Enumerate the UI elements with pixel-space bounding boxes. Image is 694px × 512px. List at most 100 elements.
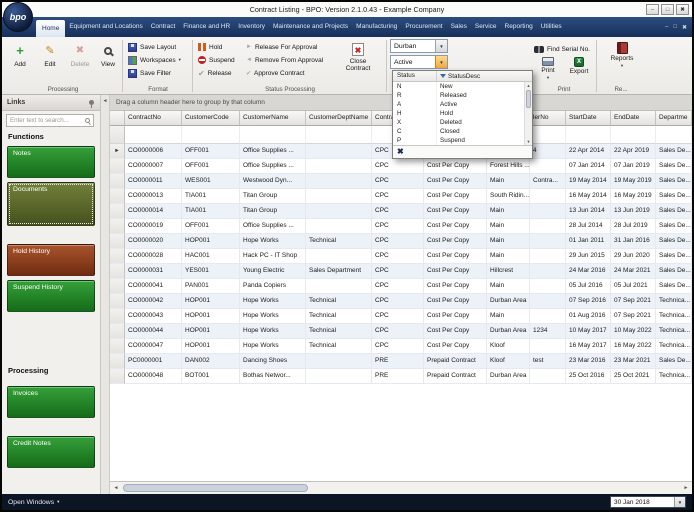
- scroll-right-icon[interactable]: ►: [680, 482, 692, 494]
- find-serial-button[interactable]: Find Serial No.: [534, 43, 590, 55]
- chevron-down-icon[interactable]: ▼: [435, 40, 447, 52]
- column-header-customer-dept-name[interactable]: CustomerDeptName: [306, 111, 372, 126]
- filter-cell-customer-code[interactable]: [182, 126, 240, 144]
- table-row[interactable]: CO0000041PAN001Panda CopiersCPCCost Per …: [110, 279, 692, 294]
- tab-procurement[interactable]: Procurement: [401, 17, 446, 37]
- filter-popup-scrollbar[interactable]: ▲ ▼: [524, 82, 532, 145]
- print-button[interactable]: Print ▾: [534, 57, 562, 80]
- view-button[interactable]: View: [94, 41, 122, 87]
- filter-option-deleted[interactable]: XDeleted: [393, 118, 532, 127]
- column-header-contract-no[interactable]: ContractNo: [125, 111, 182, 126]
- table-row[interactable]: CO0000011WES001Westwood Dyn...CPCCost Pe…: [110, 174, 692, 189]
- maximize-button[interactable]: □: [661, 4, 674, 15]
- delete-button[interactable]: ✖ Delete: [66, 41, 94, 87]
- mdi-minimize-icon[interactable]: –: [665, 24, 668, 30]
- suspend-history-button[interactable]: Suspend History: [7, 280, 95, 312]
- tab-contract[interactable]: Contract: [147, 17, 180, 37]
- mdi-close-icon[interactable]: ✖: [682, 24, 687, 31]
- table-row[interactable]: CO0000031YES001Young ElectricSales Depar…: [110, 264, 692, 279]
- filter-option-closed[interactable]: CClosed: [393, 127, 532, 136]
- filter-cell-start-date[interactable]: [566, 126, 611, 144]
- release-button[interactable]: ✔ Release: [198, 67, 232, 79]
- column-header-customer-name[interactable]: CustomerName: [240, 111, 306, 126]
- scrollbar-thumb[interactable]: [123, 484, 308, 492]
- table-row[interactable]: CO0000043HOP001Hope WorksTechnicalCPCCos…: [110, 309, 692, 324]
- table-row[interactable]: CO0000047HOP001Hope WorksTechnicalCPCCos…: [110, 339, 692, 354]
- scroll-down-icon[interactable]: ▼: [525, 138, 532, 145]
- tab-service[interactable]: Service: [471, 17, 501, 37]
- table-row[interactable]: CO0000044HOP001Hope WorksTechnicalCPCCos…: [110, 324, 692, 339]
- add-button[interactable]: + Add: [6, 41, 34, 87]
- hold-button[interactable]: Hold: [198, 41, 222, 53]
- table-row[interactable]: CO0000042HOP001Hope WorksTechnicalCPCCos…: [110, 294, 692, 309]
- documents-button[interactable]: Documents: [7, 182, 95, 226]
- scrollbar-thumb[interactable]: [526, 90, 531, 108]
- close-button[interactable]: ✖: [676, 4, 689, 15]
- search-input[interactable]: [6, 114, 94, 127]
- column-header-department[interactable]: Departme: [656, 111, 692, 126]
- save-layout-button[interactable]: Save Layout: [128, 41, 176, 53]
- table-row[interactable]: CO0000019OFF001Office Supplies ...CPCCos…: [110, 219, 692, 234]
- table-row[interactable]: CO0000028HAC001Hack PC - IT ShopCPCCost …: [110, 249, 692, 264]
- scroll-left-icon[interactable]: ◄: [110, 482, 122, 494]
- column-header-customer-code[interactable]: CustomerCode: [182, 111, 240, 126]
- date-picker[interactable]: 30 Jan 2018 ▼: [610, 496, 686, 508]
- table-row[interactable]: CO0000013TIA001Titan GroupCPCCost Per Co…: [110, 189, 692, 204]
- reports-button[interactable]: Reports ▾: [600, 42, 644, 68]
- pin-icon[interactable]: [89, 100, 94, 105]
- release-for-approval-button[interactable]: ► Release For Approval: [246, 41, 317, 53]
- filter-column-statusdesc[interactable]: StatusDesc: [437, 71, 532, 81]
- tab-inventory[interactable]: Inventory: [234, 17, 269, 37]
- table-row[interactable]: PC0000001DAN002Dancing ShoesPREPrepaid C…: [110, 354, 692, 369]
- column-header-start-date[interactable]: StartDate: [566, 111, 611, 126]
- filter-cell-customer-name[interactable]: [240, 126, 306, 144]
- approve-contract-button[interactable]: ✔ Approve Contract: [246, 67, 305, 79]
- filter-cell-end-date[interactable]: [611, 126, 656, 144]
- column-header-end-date[interactable]: EndDate: [611, 111, 656, 126]
- filter-column-status[interactable]: Status: [393, 71, 437, 81]
- table-row[interactable]: CO0000014TIA001Titan GroupCPCCost Per Co…: [110, 204, 692, 219]
- table-row[interactable]: CO0000007OFF001Office Supplies ...CPCCos…: [110, 159, 692, 174]
- filter-option-hold[interactable]: HHold: [393, 109, 532, 118]
- open-windows-button[interactable]: Open Windows ▾: [8, 494, 59, 510]
- status-combo[interactable]: Active ▼: [390, 55, 448, 69]
- filter-cell-contract-no[interactable]: [125, 126, 182, 144]
- close-contract-button[interactable]: ✖ Close Contract: [334, 41, 382, 87]
- filter-option-active[interactable]: AActive: [393, 100, 532, 109]
- credit-notes-button[interactable]: Credit Notes: [7, 436, 95, 468]
- filter-option-released[interactable]: RReleased: [393, 91, 532, 100]
- filter-cell-department[interactable]: [656, 126, 692, 144]
- tab-manufacturing[interactable]: Manufacturing: [352, 17, 401, 37]
- tab-utilities[interactable]: Utilities: [537, 17, 566, 37]
- filter-cell-dialler-no[interactable]: [530, 126, 566, 144]
- notes-button[interactable]: Notes: [7, 146, 95, 178]
- column-header-dialler-no[interactable]: lerNo: [530, 111, 566, 126]
- edit-button[interactable]: ✎ Edit: [36, 41, 64, 87]
- splitter-collapse-icon[interactable]: ◄: [101, 98, 109, 104]
- tab-equipment-and-locations[interactable]: Equipment and Locations: [65, 17, 146, 37]
- tab-finance-and-hr[interactable]: Finance and HR: [179, 17, 234, 37]
- site-combo[interactable]: Durban ▼: [390, 39, 448, 53]
- workspaces-button[interactable]: Workspaces ▾: [128, 54, 181, 66]
- tab-reporting[interactable]: Reporting: [501, 17, 537, 37]
- table-row[interactable]: CO0000048BOT001Bothas Networ...PREPrepai…: [110, 369, 692, 384]
- scroll-up-icon[interactable]: ▲: [525, 82, 532, 89]
- horizontal-scrollbar[interactable]: ◄ ►: [110, 481, 692, 494]
- filter-option-suspend[interactable]: PSuspend: [393, 136, 532, 145]
- suspend-button[interactable]: Suspend: [198, 54, 235, 66]
- remove-from-approval-button[interactable]: ◄ Remove From Approval: [246, 54, 323, 66]
- hold-history-button[interactable]: Hold History: [7, 244, 95, 276]
- chevron-down-icon[interactable]: ▼: [435, 56, 447, 68]
- tab-sales[interactable]: Sales: [447, 17, 471, 37]
- minimize-button[interactable]: –: [646, 4, 659, 15]
- chevron-down-icon[interactable]: ▼: [674, 497, 685, 507]
- filter-option-new[interactable]: NNew: [393, 82, 532, 91]
- filter-cell-customer-dept-name[interactable]: [306, 126, 372, 144]
- invoices-button[interactable]: Invoices: [7, 386, 95, 418]
- tab-home[interactable]: Home: [36, 20, 65, 37]
- save-filter-button[interactable]: Save Filter: [128, 67, 171, 79]
- export-button[interactable]: Export: [564, 57, 594, 75]
- bpo-logo[interactable]: bpo: [3, 2, 33, 32]
- mdi-restore-icon[interactable]: □: [673, 24, 677, 30]
- tab-maintenance-and-projects[interactable]: Maintenance and Projects: [269, 17, 352, 37]
